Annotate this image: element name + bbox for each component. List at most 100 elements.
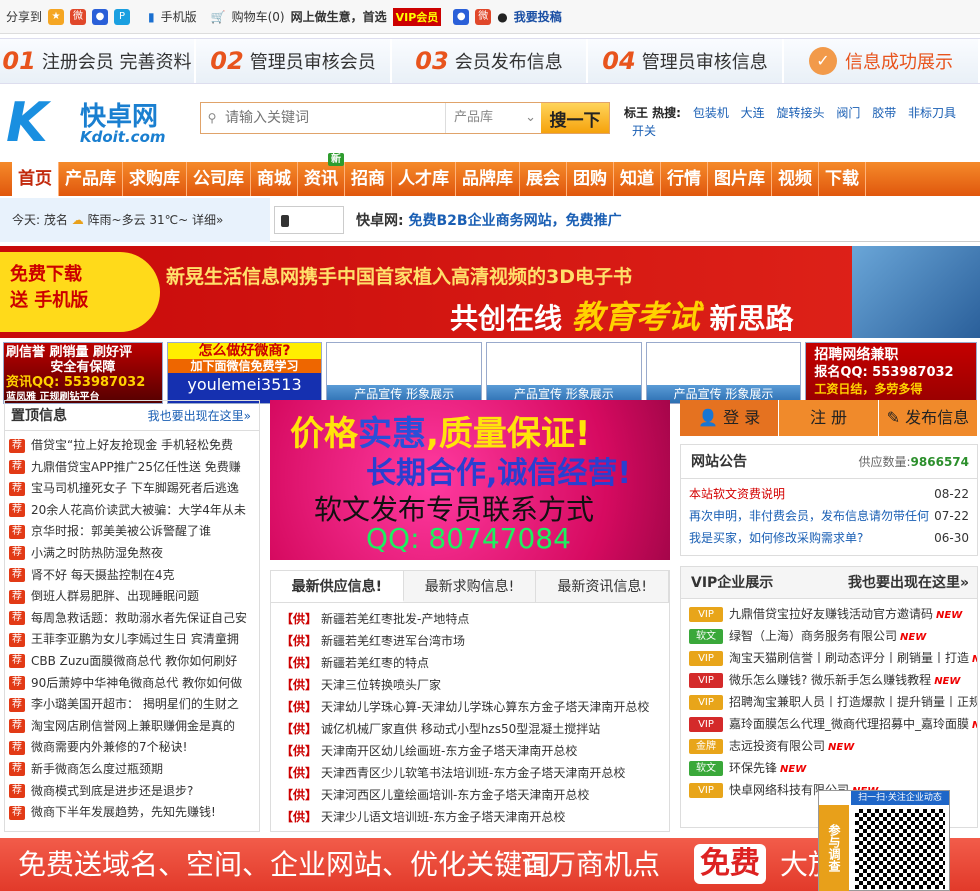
ad-shuaxinyu[interactable]: 刷信誉 刷销量 刷好评 安全有保障 资讯QQ: 553987032 蓝凤雅 正规… xyxy=(3,342,163,404)
featured-item[interactable]: 荐肾不好 每天摄盐控制在4克 xyxy=(9,565,259,587)
featured-item[interactable]: 荐微商需要内外兼修的7个秘诀! xyxy=(9,737,259,759)
nav-groupbuy[interactable]: 团购 xyxy=(567,162,614,196)
supply-item[interactable]: 【供】 诚亿机械厂家直供 移动式小型hzs50型混凝土搅拌站 xyxy=(281,718,669,740)
featured-item-text: 京华时报：郭美美被公诉警醒了谁 xyxy=(31,524,212,539)
hot-link[interactable]: 大连 xyxy=(741,106,765,120)
notice-link[interactable]: 再次申明，非付费会员，发布信息请勿带任何 xyxy=(689,505,929,527)
featured-item[interactable]: 荐倒班人群易肥胖、出现睡眠问题 xyxy=(9,586,259,608)
cart-link[interactable]: 购物车(0) xyxy=(232,8,285,25)
nav-news[interactable]: 资讯 新 xyxy=(298,153,345,196)
register-button[interactable]: 注 册 xyxy=(779,400,879,436)
recommend-badge: 荐 xyxy=(9,503,25,518)
hot-link[interactable]: 胶带 xyxy=(872,106,896,120)
hot-link[interactable]: 阀门 xyxy=(836,106,860,120)
qzone-icon[interactable]: ★ xyxy=(48,8,65,25)
featured-item[interactable]: 荐 90后萧婷中华神龟微商总代 教你如何做 xyxy=(9,673,259,695)
notice-link[interactable]: 本站软文资费说明 xyxy=(689,483,785,505)
qr-widget[interactable]: 参与调查 扫一扫·关注企业动态 xyxy=(818,790,950,891)
hot-link[interactable]: 开关 xyxy=(632,124,656,138)
renren-icon[interactable]: P xyxy=(114,8,131,25)
featured-link[interactable]: 我也要出现在这里» xyxy=(148,401,251,431)
supply-item[interactable]: 【供】 天津少儿语文培训班-东方金子塔天津南开总校 xyxy=(281,806,669,828)
featured-item[interactable]: 荐微商下半年发展趋势，先知先赚钱! xyxy=(9,802,259,824)
supply-item[interactable]: 【供】 天津河西区儿童绘画培训-东方金子塔天津南开总校 xyxy=(281,784,669,806)
weibo-icon-2[interactable]: 微 xyxy=(475,8,492,25)
supply-item[interactable]: 【供】 新疆若羌红枣的特点 xyxy=(281,652,669,674)
paw-icon[interactable]: ● xyxy=(453,8,470,25)
supply-item[interactable]: 【供】 新疆若羌红枣进军台湾市场 xyxy=(281,630,669,652)
nav-invest[interactable]: 招商 xyxy=(345,162,392,196)
nav-buying[interactable]: 求购库 xyxy=(123,162,187,196)
featured-item[interactable]: 荐借贷宝“拉上好友抢现金 手机轻松免费 xyxy=(9,435,259,457)
featured-item[interactable]: 荐宝马司机撞死女子 下车脚踢死者后逃逸 xyxy=(9,478,259,500)
search-button[interactable]: 搜一下 xyxy=(541,103,609,133)
nav-expo[interactable]: 展会 xyxy=(520,162,567,196)
supply-item[interactable]: 【供】 天津三位转换喷头厂家 xyxy=(281,674,669,696)
vip-link[interactable]: 我也要出现在这里» xyxy=(848,567,969,599)
mobile-box[interactable] xyxy=(274,205,344,234)
weibo-icon[interactable]: 微 xyxy=(70,8,87,25)
nav-products[interactable]: 产品库 xyxy=(59,162,123,196)
nav-talent[interactable]: 人才库 xyxy=(392,162,456,196)
ad-slot[interactable]: 产品宣传 形象展示 xyxy=(645,342,802,404)
ad-weishang[interactable]: 怎么做好微商? 加下面微信免费学习 youlemei3513 xyxy=(166,342,323,404)
nav-know[interactable]: 知道 xyxy=(614,162,661,196)
submit-link[interactable]: 我要投稿 xyxy=(514,8,562,25)
supply-item[interactable]: 【供】 天津西青区少儿软笔书法培训班-东方金子塔天津南开总校 xyxy=(281,762,669,784)
weather-detail-link[interactable]: 详细» xyxy=(192,213,223,227)
notice-link[interactable]: 我是买家，如何修改采购需求单? xyxy=(689,527,863,549)
vip-item[interactable]: VIP 嘉玲面膜怎么代理_微商代理招募中_嘉玲面膜NEW xyxy=(689,713,977,735)
login-button[interactable]: 👤 登 录 xyxy=(680,400,780,436)
featured-item[interactable]: 荐每周急救话题：救助溺水者先保证自己安 xyxy=(9,608,259,630)
nav-home[interactable]: 首页 xyxy=(12,162,59,196)
ad-recruit[interactable]: 招聘网络兼职 报名QQ: 553987032 工资日结，多劳多得 xyxy=(805,342,978,404)
ad-slot[interactable]: 产品宣传 形象展示 xyxy=(326,342,483,404)
step-label: 注册会员 完善资料 xyxy=(41,52,192,73)
nav-video[interactable]: 视频 xyxy=(772,162,819,196)
featured-item[interactable]: 荐京华时报：郭美美被公诉警醒了谁 xyxy=(9,521,259,543)
baidu-icon[interactable]: ● xyxy=(92,8,109,25)
featured-item[interactable]: 荐 CBB Zuzu面膜微商总代 教你如何刷好 xyxy=(9,651,259,673)
promo-banner[interactable]: 价格实惠,质量保证! 长期合作,诚信经营! 软文发布专员联系方式 QQ: 807… xyxy=(270,400,670,560)
vip-item[interactable]: 软文 绿智（上海）商务服务有限公司 NEW xyxy=(689,625,977,647)
tab-buying[interactable]: 最新求购信息! xyxy=(404,571,537,602)
hot-link[interactable]: 包装机 xyxy=(693,106,729,120)
featured-item[interactable]: 荐小满之时防热防湿免熬夜 xyxy=(9,543,259,565)
slogan-link[interactable]: 免费B2B企业商务网站，免费推广 xyxy=(408,213,621,229)
featured-item[interactable]: 荐李小璐美国开超市： 揭明星们的生财之 xyxy=(9,694,259,716)
vip-item[interactable]: 软文 环保先锋 NEW xyxy=(689,757,977,779)
nav-companies[interactable]: 公司库 xyxy=(187,162,251,196)
search-input[interactable] xyxy=(223,103,445,133)
mobile-link[interactable]: 手机版 xyxy=(161,8,197,25)
vip-item[interactable]: VIP 九鼎借贷宝拉好友赚钱活动官方邀请码 NEW xyxy=(689,603,977,625)
site-logo[interactable]: K 快卓网 Kdoit.com xyxy=(6,94,176,154)
featured-item[interactable]: 荐淘宝网店刷信誉网上兼职赚佣金是真的 xyxy=(9,716,259,738)
vip-link[interactable]: VIP会员 xyxy=(392,7,442,26)
supply-item[interactable]: 【供】 新疆若羌红枣批发-产地特点 xyxy=(281,608,669,630)
nav-mall[interactable]: 商城 xyxy=(251,162,298,196)
vip-item[interactable]: VIP招聘淘宝兼职人员丨打造爆款丨提升销量丨正规NEW xyxy=(689,691,977,713)
nav-brands[interactable]: 品牌库 xyxy=(456,162,520,196)
featured-item[interactable]: 荐王菲李亚鹏为女儿李嫣过生日 宾清童拥 xyxy=(9,629,259,651)
supply-item[interactable]: 【供】 天津南开区幼儿绘画班-东方金子塔天津南开总校 xyxy=(281,740,669,762)
nav-images[interactable]: 图片库 xyxy=(708,162,772,196)
top-banner[interactable]: 免费下载送 手机版 新晃生活信息网携手中国首家植入高清视频的3D电子书 共创在线… xyxy=(0,246,980,338)
featured-item[interactable]: 荐 20余人花高价读武大被骗：大学4年从未 xyxy=(9,500,259,522)
publish-button[interactable]: ✎ 发布信息 xyxy=(879,400,978,436)
featured-item[interactable]: 荐九鼎借贷宝APP推广25亿任性送 免费赚 xyxy=(9,457,259,479)
vip-item[interactable]: VIP 淘宝天猫刷信誉丨刷动态评分丨刷销量丨打造NEW xyxy=(689,647,977,669)
ad-slot[interactable]: 产品宣传 形象展示 xyxy=(486,342,642,404)
category-select[interactable]: 产品库 ⌄ xyxy=(445,103,541,133)
featured-item[interactable]: 荐微商模式到底是进步还是退步? xyxy=(9,781,259,803)
vip-item[interactable]: VIP 微乐怎么赚钱? 微乐新手怎么赚钱教程 NEW xyxy=(689,669,977,691)
tab-supply[interactable]: 最新供应信息! xyxy=(271,571,404,602)
hot-link[interactable]: 旋转接头 xyxy=(777,106,825,120)
nav-market[interactable]: 行情 xyxy=(661,162,708,196)
survey-tab[interactable]: 参与调查 xyxy=(819,805,849,891)
hot-link[interactable]: 非标刀具 xyxy=(908,106,956,120)
nav-download[interactable]: 下载 xyxy=(819,162,866,196)
featured-item[interactable]: 荐新手微商怎么度过瓶颈期 xyxy=(9,759,259,781)
tab-news[interactable]: 最新资讯信息! xyxy=(536,571,670,602)
supply-item[interactable]: 【供】 天津幼儿学珠心算-天津幼儿学珠心算东方金子塔天津南开总校 xyxy=(281,696,669,718)
vip-item[interactable]: 金牌 志远投资有限公司 NEW xyxy=(689,735,977,757)
